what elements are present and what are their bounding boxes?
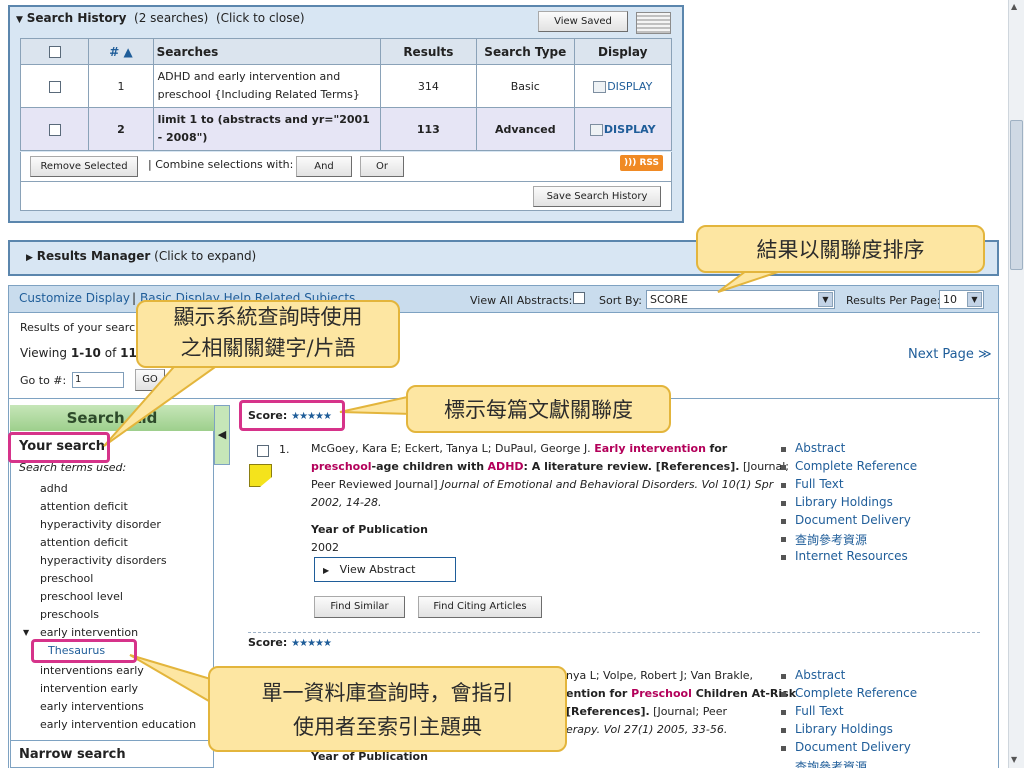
highlight-your-search [8,432,110,463]
callout-score: 標示每篇文獻關聯度 [406,385,671,433]
pointer-score [339,394,413,416]
highlight-thesaurus [31,639,137,663]
vertical-scrollbar[interactable] [1008,0,1024,768]
callout-keywords: 顯示系統查詢時使用 之相關關鍵字/片語 [136,300,400,368]
highlight-score [239,400,345,431]
pointer-thesaurus [129,654,215,706]
callout-thesaurus: 單一資料庫查詢時，會指引 使用者至索引主題典 [208,666,567,752]
scroll-up-icon[interactable]: ▲ [1011,2,1017,11]
scroll-down-icon[interactable]: ▼ [1011,755,1017,764]
callout-pointers [103,267,791,706]
callout-relevance-sort: 結果以關聯度排序 [696,225,985,273]
pointer-your-search [103,359,229,447]
scrollbar-thumb[interactable] [1010,120,1023,270]
